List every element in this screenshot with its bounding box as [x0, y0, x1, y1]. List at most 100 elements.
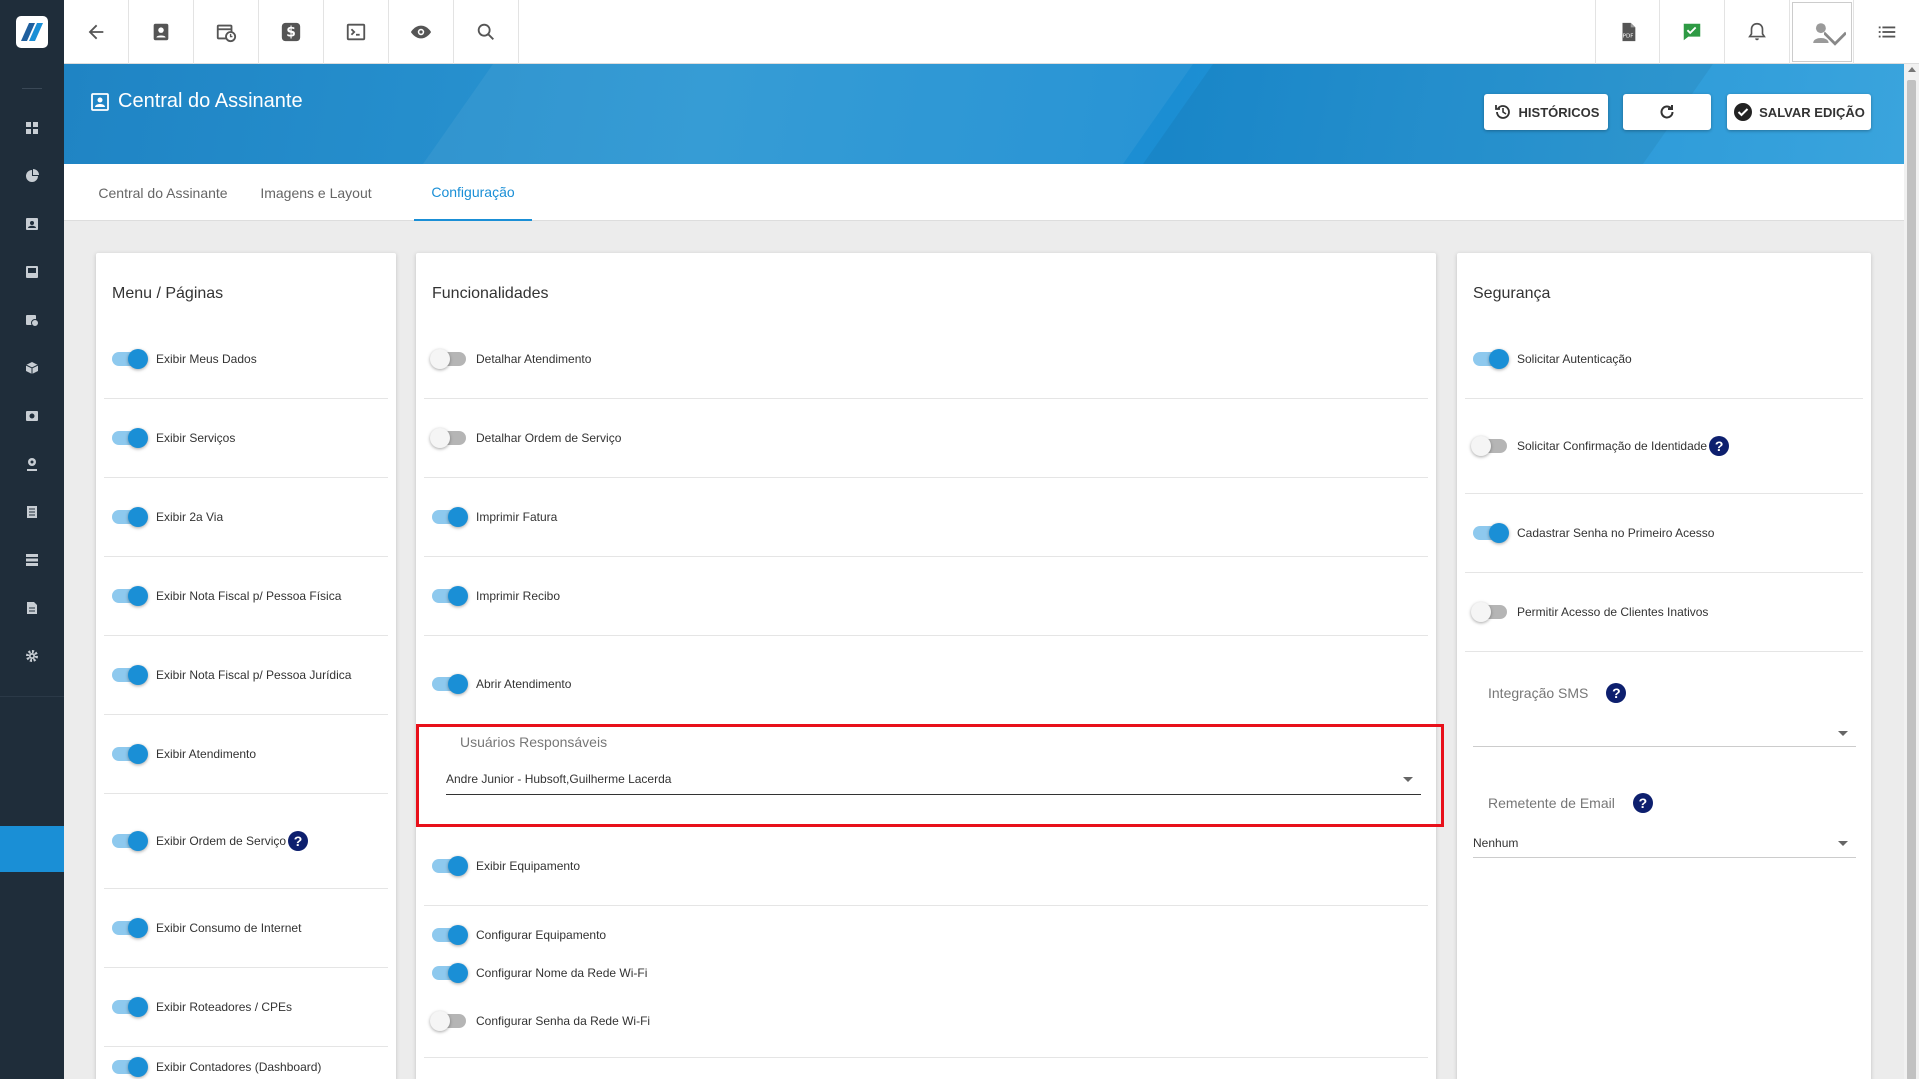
- page-title: Central do Assinante: [90, 90, 303, 113]
- tab-label: Imagens e Layout: [260, 184, 372, 201]
- check-circle-icon: [1734, 103, 1753, 121]
- cadastrar-senha-primeiro-acesso-toggle[interactable]: [1473, 523, 1509, 543]
- tab-imagens-e-layout[interactable]: Imagens e Layout: [246, 164, 386, 221]
- svg-text:PDF: PDF: [1622, 34, 1633, 40]
- back-button[interactable]: [64, 0, 129, 64]
- sidebar-item-active[interactable]: [0, 826, 64, 872]
- toggle-label: Solicitar Autenticação: [1517, 352, 1632, 366]
- imprimir-fatura-toggle[interactable]: [432, 507, 468, 527]
- file-icon: [27, 602, 37, 614]
- sidebar-item-servers[interactable]: [0, 537, 64, 583]
- toggle-label: Exibir Equipamento: [476, 859, 581, 873]
- help-icon[interactable]: ?: [1709, 436, 1730, 456]
- sidebar: [0, 64, 64, 1079]
- toggle-label: Exibir Serviços: [156, 431, 236, 445]
- exibir-ordem-de-servico-toggle[interactable]: [112, 831, 148, 851]
- menu-row: Exibir Consumo de Internet: [104, 889, 388, 968]
- sidebar-item-network[interactable]: [0, 441, 64, 487]
- exibir-servicos-toggle[interactable]: [112, 428, 148, 448]
- sidebar-item-monitor[interactable]: [0, 249, 64, 295]
- toggle-label: Abrir Atendimento: [476, 676, 572, 691]
- scroll-up-arrow[interactable]: [1908, 67, 1916, 72]
- sidebar-item-dashboard[interactable]: [0, 105, 64, 151]
- bell-icon: [1748, 22, 1766, 41]
- avatar: [1791, 2, 1852, 62]
- configurar-nome-wifi-toggle[interactable]: [432, 963, 468, 983]
- sidebar-item-documents[interactable]: [0, 489, 64, 535]
- abrir-atendimento-toggle[interactable]: [432, 673, 468, 694]
- scrollbar-thumb[interactable]: [1907, 80, 1916, 1079]
- exibir-contadores-toggle[interactable]: [112, 1057, 148, 1077]
- exibir-consumo-internet-toggle[interactable]: [112, 918, 148, 938]
- permitir-acesso-inativos-toggle[interactable]: [1471, 602, 1507, 622]
- notifications-button[interactable]: [1725, 0, 1790, 64]
- finance-button[interactable]: $: [259, 0, 324, 64]
- configurar-senha-wifi-toggle[interactable]: [430, 1011, 466, 1031]
- func-row: Detalhar Ordem de Serviço: [424, 399, 1428, 478]
- help-icon[interactable]: ?: [288, 831, 309, 851]
- toggle-label: Detalhar Atendimento: [476, 352, 592, 366]
- tab-configuracao[interactable]: Configuração: [414, 164, 532, 221]
- view-button[interactable]: [389, 0, 454, 64]
- server-icon: [26, 554, 38, 566]
- page-title-text: Central do Assinante: [118, 90, 303, 112]
- exibir-meus-dados-toggle[interactable]: [112, 349, 148, 369]
- funcionalidades-card: Funcionalidades Detalhar Atendimento Det…: [416, 253, 1436, 1079]
- menu-row: Exibir Nota Fiscal p/ Pessoa Jurídica: [104, 636, 388, 715]
- detalhar-atendimento-toggle[interactable]: [430, 349, 466, 369]
- sidebar-item-schedule[interactable]: [0, 297, 64, 343]
- solicitar-autenticacao-toggle[interactable]: [1473, 349, 1509, 369]
- schedule-button[interactable]: [194, 0, 259, 64]
- menu-row: Exibir Serviços: [104, 399, 388, 478]
- solicitar-confirmacao-identidade-toggle[interactable]: [1471, 436, 1507, 456]
- select-value: Nenhum: [1473, 836, 1519, 850]
- history-icon: [1494, 105, 1510, 119]
- contacts-button[interactable]: [129, 0, 194, 64]
- calendar-clock-icon: [26, 315, 39, 327]
- toggle-label: Solicitar Confirmação de Identidade: [1517, 439, 1708, 453]
- exibir-nota-fiscal-pj-toggle[interactable]: [112, 665, 148, 685]
- app-logo[interactable]: [0, 0, 64, 64]
- exibir-nota-fiscal-pf-toggle[interactable]: [112, 586, 148, 606]
- historicos-button[interactable]: HISTÓRICOS: [1484, 94, 1608, 130]
- refresh-button[interactable]: [1623, 94, 1711, 130]
- historicos-label: HISTÓRICOS: [1518, 104, 1600, 120]
- sidebar-item-reports[interactable]: [0, 153, 64, 199]
- detalhar-ordem-servico-toggle[interactable]: [430, 428, 466, 448]
- remetente-email-select[interactable]: Nenhum: [1473, 836, 1856, 856]
- monitor-icon: [26, 266, 38, 278]
- sidebar-item-finance[interactable]: [0, 393, 64, 439]
- imprimir-recibo-toggle[interactable]: [432, 586, 468, 606]
- money-icon: [26, 411, 38, 421]
- help-icon[interactable]: ?: [1632, 793, 1653, 813]
- sidebar-item-files[interactable]: [0, 585, 64, 631]
- func-row: Imprimir Recibo: [424, 557, 1428, 636]
- messages-button[interactable]: [1660, 0, 1725, 64]
- tab-central-do-assinante[interactable]: Central do Assinante: [88, 164, 238, 221]
- sidebar-item-settings[interactable]: [0, 633, 64, 679]
- top-bar: $ PDF: [0, 0, 1919, 64]
- sidebar-item-inventory[interactable]: [0, 345, 64, 391]
- configurar-equipamento-toggle[interactable]: [432, 925, 468, 945]
- exibir-equipamento-toggle[interactable]: [432, 856, 468, 876]
- search-icon: [477, 23, 494, 40]
- exibir-2a-via-toggle[interactable]: [112, 507, 148, 527]
- grid-icon: [26, 122, 38, 134]
- seguranca-card: Segurança Solicitar Autenticação Solicit…: [1457, 253, 1871, 1079]
- help-icon[interactable]: ?: [1606, 683, 1627, 703]
- salvar-edicao-button[interactable]: SALVAR EDIÇÃO: [1727, 94, 1871, 130]
- terminal-button[interactable]: [324, 0, 389, 64]
- contact-card-icon: [26, 218, 38, 230]
- exibir-roteadores-toggle[interactable]: [112, 997, 148, 1017]
- security-row: Permitir Acesso de Clientes Inativos: [1465, 573, 1863, 652]
- user-menu-button[interactable]: [1790, 0, 1854, 64]
- sidebar-item-clients[interactable]: [0, 201, 64, 247]
- menu-row: Exibir Nota Fiscal p/ Pessoa Física: [104, 557, 388, 636]
- menu-list-button[interactable]: [1854, 0, 1919, 64]
- select-underline: [1473, 857, 1856, 858]
- integracao-sms-select[interactable]: [1473, 723, 1856, 743]
- func-row: Exibir Equipamento: [424, 827, 1428, 906]
- exibir-atendimento-toggle[interactable]: [112, 744, 148, 764]
- pdf-button[interactable]: PDF: [1595, 0, 1660, 64]
- search-button[interactable]: [454, 0, 519, 64]
